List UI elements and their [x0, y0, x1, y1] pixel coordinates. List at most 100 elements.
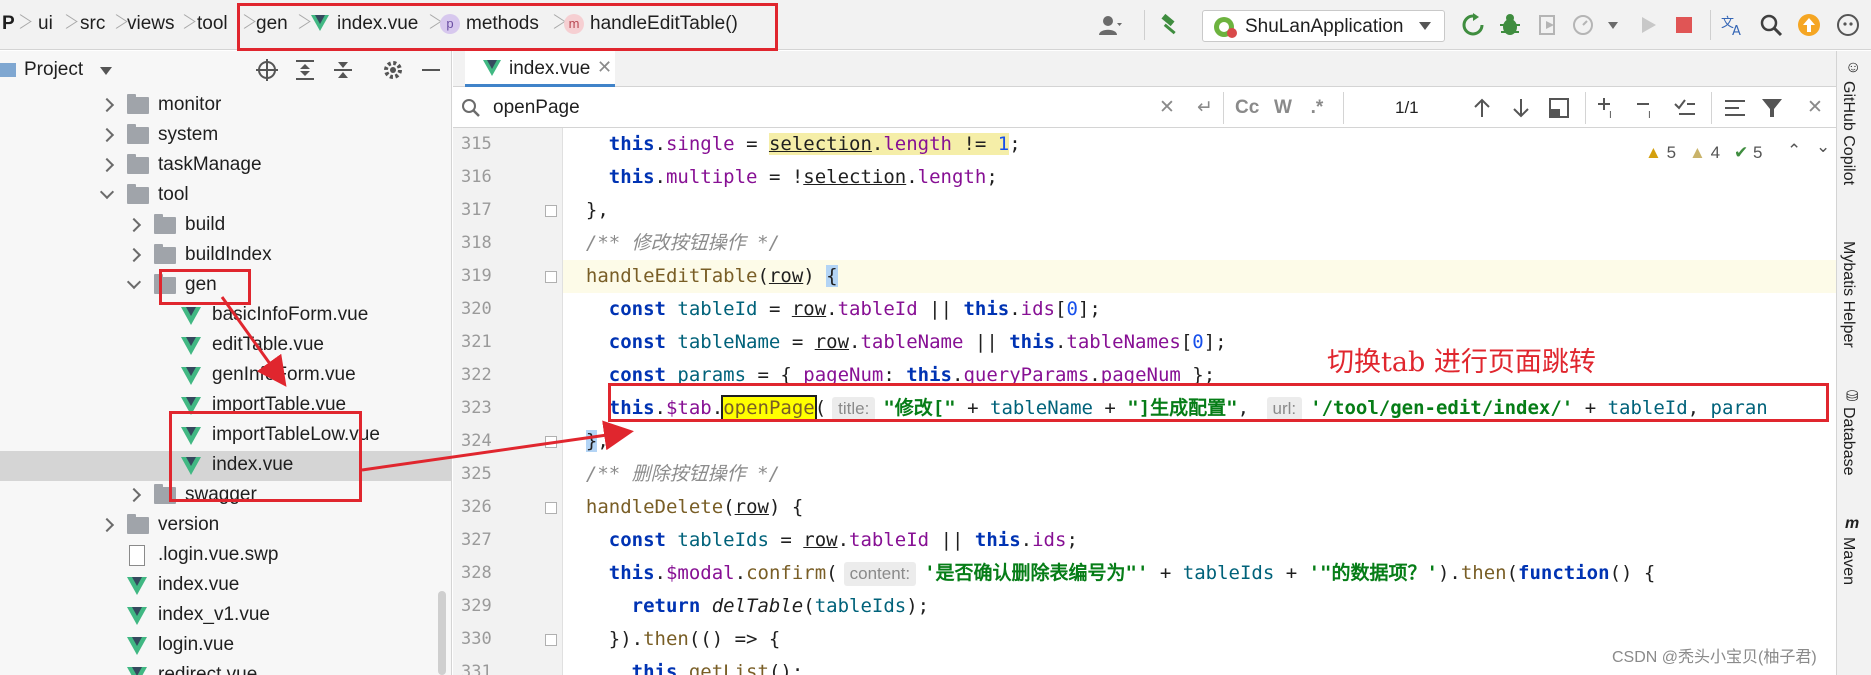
clear-search-icon[interactable]: ✕ — [1155, 96, 1179, 120]
line-number: 324 — [461, 431, 492, 451]
funnel-icon[interactable] — [1760, 96, 1784, 120]
breadcrumb-src[interactable]: src — [80, 13, 105, 35]
tree-file[interactable]: basicInfoForm.vue — [0, 301, 451, 331]
tab-index-vue[interactable]: index.vue ✕ — [465, 51, 615, 87]
project-panel: Project monitor system taskManage tool build… — [0, 51, 452, 675]
tree-folder[interactable]: monitor — [0, 91, 451, 121]
profiler-icon[interactable] — [1572, 13, 1596, 37]
tree-file[interactable]: login.vue — [0, 631, 451, 661]
tree-folder[interactable]: version — [0, 511, 451, 541]
tree-file[interactable]: editTable.vue — [0, 331, 451, 361]
tree-item-label: monitor — [158, 94, 222, 115]
expand-all-icon[interactable] — [294, 59, 316, 81]
code-line: const tableName = row.tableName || this.… — [608, 331, 1227, 353]
arrow-down-icon[interactable] — [1509, 96, 1533, 120]
chevron-right-icon[interactable] — [99, 157, 115, 173]
tree-folder[interactable]: system — [0, 121, 451, 151]
whole-words-toggle[interactable]: W — [1271, 96, 1295, 120]
tool-window-github-copilot[interactable]: GitHub Copilot — [1839, 81, 1857, 185]
select-all-occurrences-icon[interactable] — [1547, 96, 1571, 120]
tree-file[interactable]: genInfoForm.vue — [0, 361, 451, 391]
locate-icon[interactable] — [256, 59, 278, 81]
code-line: this.multiple = !selection.length; — [608, 166, 998, 188]
arrow-up-icon[interactable] — [1470, 96, 1494, 120]
tree-item-label: genInfoForm.vue — [212, 364, 356, 385]
breadcrumb-tool[interactable]: tool — [197, 13, 228, 35]
breadcrumb-separator — [60, 10, 70, 38]
chevron-right-icon[interactable] — [126, 217, 142, 233]
tree-file[interactable]: .login.vue.swp — [0, 541, 451, 571]
user-icon[interactable] — [1098, 13, 1122, 37]
tree-item-label: login.vue — [158, 634, 235, 655]
tree-folder[interactable]: buildIndex — [0, 241, 451, 271]
maven-icon: m — [1845, 515, 1860, 532]
code-line: handleDelete(row) { — [585, 496, 804, 518]
chevron-right-icon[interactable] — [99, 517, 115, 533]
select-all-icon[interactable] — [1673, 96, 1697, 120]
spring-boot-icon — [1214, 17, 1237, 38]
chevron-right-icon[interactable] — [99, 127, 115, 143]
close-icon[interactable]: ✕ — [597, 57, 612, 78]
fold-marker-icon[interactable] — [545, 271, 557, 283]
chevron-down-icon[interactable] — [100, 67, 112, 75]
tree-file[interactable]: index_v1.vue — [0, 601, 451, 631]
search-icon — [462, 99, 480, 117]
run-icon[interactable] — [1636, 13, 1660, 37]
tree-file[interactable]: index.vue — [0, 571, 451, 601]
line-number: 329 — [461, 596, 492, 616]
chevron-down-icon — [1419, 22, 1431, 30]
gear-icon[interactable] — [382, 59, 404, 81]
regex-toggle[interactable]: .* — [1305, 96, 1329, 120]
chevron-down-icon[interactable] — [126, 274, 142, 290]
translate-icon[interactable]: 文A — [1720, 13, 1744, 37]
match-case-toggle[interactable]: Cc — [1235, 96, 1259, 120]
tool-window-database[interactable]: Database — [1839, 407, 1857, 476]
coverage-icon[interactable] — [1536, 13, 1560, 37]
breadcrumb-views[interactable]: views — [127, 13, 175, 35]
rerun-icon[interactable] — [1461, 13, 1485, 37]
assistant-icon[interactable] — [1836, 13, 1860, 37]
chevron-down-icon[interactable] — [1608, 22, 1618, 29]
breadcrumb-ui[interactable]: ui — [38, 13, 53, 35]
filter-options-icon[interactable] — [1723, 96, 1747, 120]
vue-file-icon — [181, 337, 201, 355]
chevron-right-icon[interactable] — [99, 97, 115, 113]
line-number: 319 — [461, 266, 492, 286]
build-hammer-icon[interactable] — [1159, 13, 1183, 37]
annotation-box-index-file — [169, 411, 362, 502]
project-title[interactable]: Project — [24, 59, 83, 81]
fold-marker-icon[interactable] — [545, 634, 557, 646]
debug-bug-icon[interactable] — [1498, 13, 1522, 37]
collapse-all-icon[interactable] — [332, 59, 354, 81]
watermark: CSDN @秃头小宝贝(柚子君) — [1612, 649, 1817, 666]
search-input[interactable]: openPage — [493, 97, 580, 119]
toolbar-separator — [1144, 10, 1145, 40]
search-icon[interactable] — [1759, 13, 1783, 37]
close-icon[interactable]: ✕ — [1803, 96, 1827, 120]
tree-folder[interactable]: taskManage — [0, 151, 451, 181]
line-number: 323 — [461, 398, 492, 418]
tool-window-mybatis-helper[interactable]: Mybatis Helper — [1839, 241, 1857, 348]
vue-file-icon — [181, 307, 201, 325]
tree-file[interactable]: redirect.vue — [0, 661, 451, 675]
update-icon[interactable] — [1797, 13, 1821, 37]
remove-selection-icon[interactable]: I — [1634, 96, 1658, 120]
minimize-icon[interactable] — [422, 69, 440, 71]
newline-icon[interactable]: ↵ — [1193, 96, 1217, 120]
fold-marker-icon[interactable] — [545, 205, 557, 217]
tool-window-maven[interactable]: Maven — [1839, 537, 1857, 585]
find-bar: openPage ✕ ↵ Cc W .* 1/1 I I ✕ — [453, 88, 1836, 128]
chevron-right-icon[interactable] — [126, 247, 142, 263]
fold-marker-icon[interactable] — [545, 502, 557, 514]
run-configuration-selector[interactable]: ShuLanApplication — [1202, 10, 1445, 42]
tree-item-label: index.vue — [158, 574, 240, 595]
stop-icon[interactable] — [1672, 13, 1696, 37]
scrollbar[interactable] — [438, 591, 446, 675]
chevron-right-icon[interactable] — [126, 487, 142, 503]
tree-folder[interactable]: build — [0, 211, 451, 241]
tree-folder[interactable]: tool — [0, 181, 451, 211]
add-selection-icon[interactable]: I — [1595, 96, 1619, 120]
chevron-down-icon[interactable] — [99, 184, 115, 200]
folder-icon — [127, 514, 149, 534]
fold-marker-icon[interactable] — [545, 436, 557, 448]
